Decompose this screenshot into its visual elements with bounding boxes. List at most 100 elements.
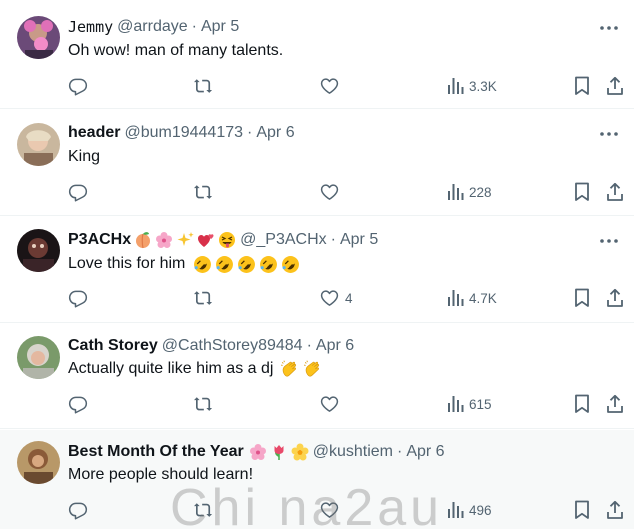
tulip-emoji bbox=[270, 443, 288, 461]
reply-button[interactable] bbox=[68, 286, 93, 310]
like-icon bbox=[320, 290, 339, 306]
user-handle[interactable]: @arrdaye bbox=[117, 18, 188, 36]
like-button[interactable] bbox=[319, 392, 345, 416]
views-icon bbox=[448, 184, 464, 200]
clapping-hands-emoji-group bbox=[277, 359, 323, 379]
views-button[interactable]: 4.7K bbox=[447, 286, 497, 310]
bookmark-button[interactable] bbox=[574, 180, 590, 204]
tweet-header: P3ACHx @_P3ACHx · Apr 5 bbox=[68, 230, 378, 250]
retweet-button[interactable] bbox=[192, 74, 219, 98]
avatar[interactable] bbox=[17, 16, 60, 59]
views-button[interactable]: 496 bbox=[447, 498, 492, 522]
share-button[interactable] bbox=[606, 74, 624, 98]
tweet-date[interactable]: Apr 6 bbox=[406, 443, 444, 461]
retweet-button[interactable] bbox=[192, 392, 219, 416]
share-icon bbox=[607, 288, 623, 307]
display-name[interactable]: P3ACHx bbox=[68, 231, 131, 249]
bookmark-icon bbox=[575, 288, 589, 307]
tweet-text-content: Actually quite like him as a dj bbox=[68, 360, 274, 377]
retweet-icon bbox=[194, 291, 213, 305]
separator-dot: · bbox=[306, 337, 312, 354]
avatar[interactable] bbox=[17, 336, 60, 379]
user-handle[interactable]: @kushtiem bbox=[313, 443, 393, 461]
rofl-emoji-group bbox=[190, 255, 300, 274]
share-button[interactable] bbox=[606, 180, 624, 204]
separator-dot: · bbox=[330, 231, 336, 248]
like-button[interactable] bbox=[319, 180, 345, 204]
user-handle[interactable]: @CathStorey89484 bbox=[162, 337, 303, 355]
retweet-button[interactable] bbox=[192, 180, 219, 204]
more-icon[interactable] bbox=[598, 124, 620, 144]
reply-button[interactable] bbox=[68, 74, 93, 98]
user-handle[interactable]: @bum19444173 bbox=[124, 124, 243, 142]
rofl-emoji bbox=[237, 255, 256, 274]
bookmark-icon bbox=[575, 76, 589, 95]
views-button[interactable]: 615 bbox=[447, 392, 492, 416]
bookmark-button[interactable] bbox=[574, 498, 590, 522]
reply-icon bbox=[68, 290, 88, 308]
watermark: Chi na2au bbox=[170, 479, 444, 529]
rofl-emoji bbox=[281, 255, 300, 274]
reply-icon bbox=[68, 78, 88, 96]
views-count: 4.7K bbox=[469, 290, 497, 306]
avatar[interactable] bbox=[17, 229, 60, 272]
tweet-header: header @bum19444173 · Apr 6 bbox=[68, 123, 295, 143]
views-icon bbox=[448, 290, 464, 306]
views-icon bbox=[448, 396, 464, 412]
display-name[interactable]: Cath Storey bbox=[68, 337, 158, 355]
views-icon bbox=[448, 78, 464, 94]
views-button[interactable]: 3.3K bbox=[447, 74, 497, 98]
blossom-emoji bbox=[291, 443, 309, 461]
display-name[interactable]: header bbox=[68, 124, 120, 142]
avatar[interactable] bbox=[17, 441, 60, 484]
tweet-date[interactable]: Apr 6 bbox=[316, 337, 354, 355]
more-icon[interactable] bbox=[598, 231, 620, 251]
retweet-icon bbox=[194, 397, 213, 411]
two-hearts-emoji bbox=[197, 231, 215, 249]
rofl-emoji bbox=[193, 255, 212, 274]
share-icon bbox=[607, 76, 623, 95]
tweet-text: Love this for him bbox=[68, 253, 300, 275]
reply-button[interactable] bbox=[68, 180, 93, 204]
share-icon bbox=[607, 182, 623, 201]
views-button[interactable]: 228 bbox=[447, 180, 492, 204]
like-button[interactable] bbox=[319, 74, 345, 98]
retweet-button[interactable] bbox=[192, 286, 219, 310]
avatar[interactable] bbox=[17, 123, 60, 166]
share-button[interactable] bbox=[606, 498, 624, 522]
tweet-p3achx[interactable]: P3ACHx @_P3ACHx · Apr 5 Love this for hi… bbox=[0, 217, 634, 323]
like-button[interactable]: 4 bbox=[319, 286, 353, 310]
tweet-date[interactable]: Apr 6 bbox=[256, 124, 294, 142]
bookmark-icon bbox=[575, 182, 589, 201]
tweet-header: Cath Storey @CathStorey89484 · Apr 6 bbox=[68, 336, 354, 356]
share-button[interactable] bbox=[606, 392, 624, 416]
tweet-text-content: Oh wow! man of many talents. bbox=[68, 42, 284, 59]
bookmark-button[interactable] bbox=[574, 392, 590, 416]
tweet-jemmy[interactable]: Jemmy @arrdaye · Apr 5 Oh wow! man of ma… bbox=[0, 0, 634, 109]
retweet-icon bbox=[194, 79, 213, 93]
rofl-emoji bbox=[259, 255, 278, 274]
tweet-cath-storey[interactable]: Cath Storey @CathStorey89484 · Apr 6 Act… bbox=[0, 324, 634, 429]
tweet-text: King bbox=[68, 146, 100, 168]
reply-button[interactable] bbox=[68, 498, 93, 522]
bookmark-icon bbox=[575, 394, 589, 413]
tweet-header-user[interactable]: header @bum19444173 · Apr 6 King 228 bbox=[0, 110, 634, 216]
tweet-header: Jemmy @arrdaye · Apr 5 bbox=[68, 17, 239, 37]
cherry-blossom-emoji bbox=[249, 443, 267, 461]
views-count: 496 bbox=[469, 502, 492, 518]
bookmark-button[interactable] bbox=[574, 286, 590, 310]
views-count: 228 bbox=[469, 184, 492, 200]
reply-feed: Jemmy @arrdaye · Apr 5 Oh wow! man of ma… bbox=[0, 0, 634, 529]
share-button[interactable] bbox=[606, 286, 624, 310]
tweet-text-content: Love this for him bbox=[68, 255, 186, 272]
tweet-date[interactable]: Apr 5 bbox=[201, 18, 239, 36]
more-icon[interactable] bbox=[598, 18, 620, 38]
squinting-tongue-face-emoji bbox=[218, 231, 236, 249]
display-name[interactable]: Best Month Of the Year bbox=[68, 443, 244, 461]
display-name[interactable]: Jemmy bbox=[68, 18, 113, 36]
bookmark-button[interactable] bbox=[574, 74, 590, 98]
tweet-date[interactable]: Apr 5 bbox=[340, 231, 378, 249]
tweet-text: Actually quite like him as a dj bbox=[68, 358, 323, 380]
reply-button[interactable] bbox=[68, 392, 93, 416]
user-handle[interactable]: @_P3ACHx bbox=[240, 231, 327, 249]
